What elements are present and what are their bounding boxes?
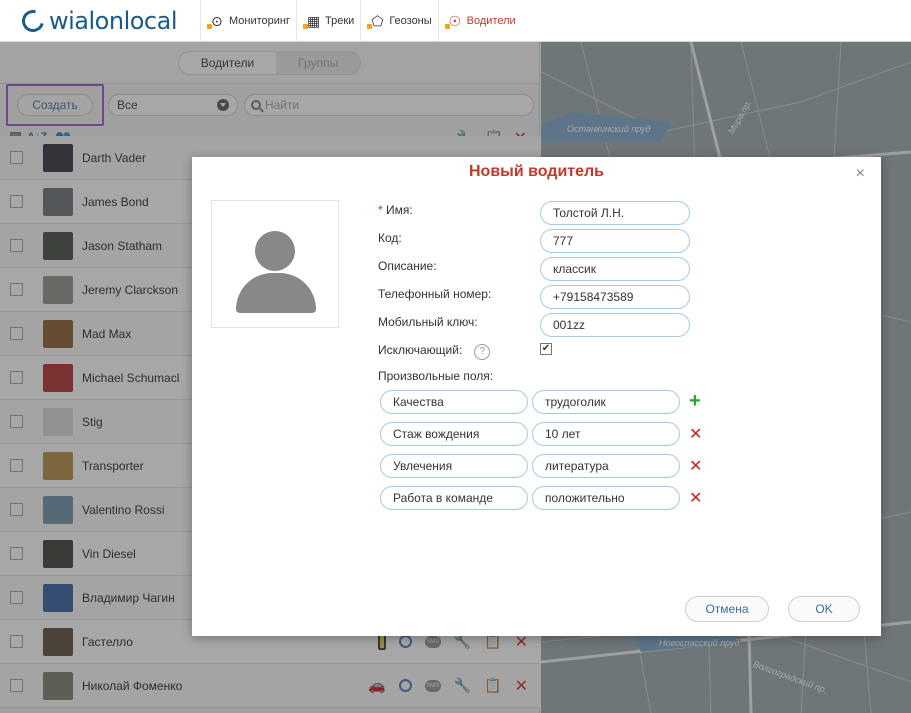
custom-field-value[interactable]: положительно	[532, 486, 680, 510]
avatar-head-icon	[255, 231, 295, 271]
custom-field-value[interactable]: 10 лет	[532, 422, 680, 446]
logo-ring-icon	[17, 5, 49, 36]
main-nav: ⊙ Мониторинг ▦ Треки ⬠ Геозоны ☉ Водител…	[200, 0, 522, 42]
custom-field-name[interactable]: Стаж вождения	[380, 422, 528, 446]
custom-field-name[interactable]: Качества	[380, 390, 528, 414]
avatar-body-icon	[236, 273, 316, 313]
nav-drivers-label: Водители	[466, 14, 516, 27]
ok-button[interactable]: OK	[788, 596, 860, 622]
remove-field-icon[interactable]: ✕	[689, 488, 702, 508]
tracks-icon: ▦	[303, 12, 321, 30]
mobile-key-field[interactable]: 001zz	[540, 313, 690, 337]
top-bar: wialonlocal ⊙ Мониторинг ▦ Треки ⬠ Геозо…	[0, 0, 911, 42]
exclusive-checkbox[interactable]: ✔	[540, 343, 552, 355]
phone-field[interactable]: +79158473589	[540, 285, 690, 309]
nav-tracks-label: Треки	[325, 14, 355, 27]
drivers-icon: ☉	[444, 12, 463, 30]
remove-field-icon[interactable]: ✕	[689, 456, 702, 476]
code-label: Код:	[378, 231, 402, 245]
geofences-icon: ⬠	[367, 12, 385, 30]
logo-text: wialonlocal	[49, 6, 178, 35]
nav-geofences[interactable]: ⬠ Геозоны	[360, 0, 437, 42]
app-logo[interactable]: wialonlocal	[0, 0, 200, 42]
nav-geofences-label: Геозоны	[389, 14, 432, 27]
nav-monitoring[interactable]: ⊙ Мониторинг	[200, 0, 296, 42]
custom-field-name[interactable]: Работа в команде	[380, 486, 528, 510]
help-icon[interactable]: ?	[474, 344, 491, 360]
close-icon[interactable]: ×	[856, 165, 865, 183]
code-field[interactable]: 777	[540, 229, 690, 253]
add-field-icon[interactable]: +	[689, 390, 701, 413]
name-label: * Имя:	[378, 203, 413, 217]
description-field[interactable]: классик	[540, 257, 690, 281]
mobile-key-label: Мобильный ключ:	[378, 315, 478, 329]
cancel-button[interactable]: Отмена	[685, 596, 769, 622]
remove-field-icon[interactable]: ✕	[689, 424, 702, 444]
custom-field-value[interactable]: трудоголик	[532, 390, 680, 414]
custom-fields-label: Произвольные поля:	[378, 369, 494, 383]
nav-tracks[interactable]: ▦ Треки	[296, 0, 360, 42]
custom-field-value[interactable]: литература	[532, 454, 680, 478]
dialog-title: Новый водитель	[468, 163, 605, 180]
phone-label: Телефонный номер:	[378, 287, 492, 301]
name-field[interactable]: Толстой Л.Н.	[540, 201, 690, 225]
exclusive-label: Исключающий:?	[378, 343, 491, 360]
nav-monitoring-label: Мониторинг	[229, 14, 291, 27]
monitoring-icon: ⊙	[207, 12, 225, 30]
nav-drivers[interactable]: ☉ Водители	[437, 0, 522, 42]
custom-field-name[interactable]: Увлечения	[380, 454, 528, 478]
new-driver-dialog: Новый водитель × * Имя: Толстой Л.Н. Код…	[192, 157, 881, 636]
required-mark: *	[378, 203, 387, 217]
description-label: Описание:	[378, 259, 437, 273]
driver-avatar[interactable]	[211, 200, 339, 328]
